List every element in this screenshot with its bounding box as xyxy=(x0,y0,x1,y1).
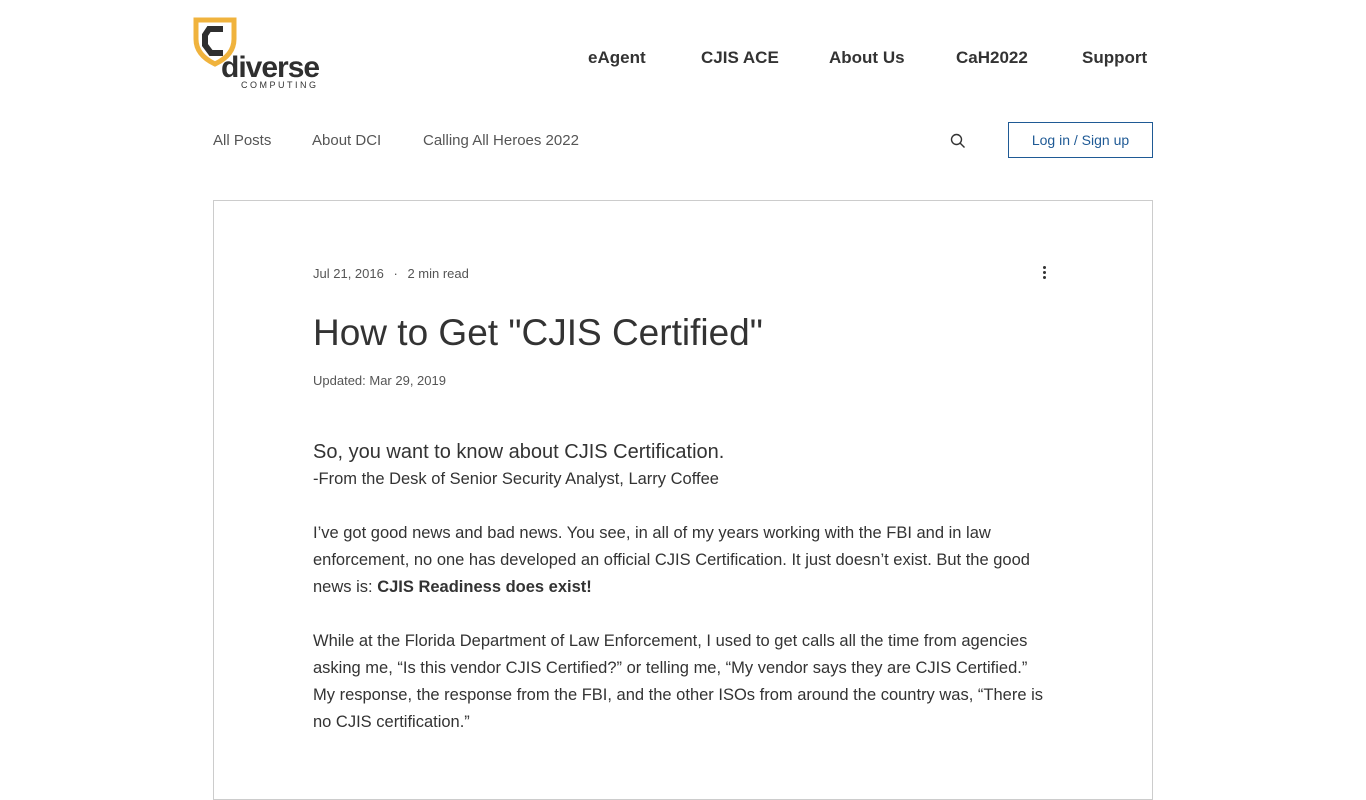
search-icon[interactable] xyxy=(950,133,966,149)
nav-support[interactable]: Support xyxy=(1082,48,1147,68)
logo-subtitle: COMPUTING xyxy=(241,80,319,90)
post-byline: -From the Desk of Senior Security Analys… xyxy=(313,470,719,488)
nav-about-us[interactable]: About Us xyxy=(829,48,905,68)
post-heading: So, you want to know about CJIS Certific… xyxy=(313,441,725,463)
nav-cjis-ace[interactable]: CJIS ACE xyxy=(701,48,779,68)
updated-date: Updated: Mar 29, 2019 xyxy=(313,373,446,388)
paragraph-1-bold: CJIS Readiness does exist! xyxy=(377,578,592,596)
post-meta: Jul 21, 2016 · 2 min read xyxy=(313,266,469,281)
nav-eagent[interactable]: eAgent xyxy=(588,48,646,68)
diverse-computing-logo[interactable]: diverse COMPUTING xyxy=(193,17,328,92)
more-actions-icon[interactable] xyxy=(1036,264,1052,282)
paragraph-2: While at the Florida Department of Law E… xyxy=(313,632,1044,731)
nav-cah2022[interactable]: CaH2022 xyxy=(956,48,1028,68)
post-body: So, you want to know about CJIS Certific… xyxy=(313,438,1053,763)
login-signup-button[interactable]: Log in / Sign up xyxy=(1008,122,1153,158)
post-title: How to Get "CJIS Certified" xyxy=(313,312,763,353)
blog-nav-calling-all-heroes[interactable]: Calling All Heroes 2022 xyxy=(423,132,579,149)
blog-nav-all-posts[interactable]: All Posts xyxy=(213,132,271,149)
blog-nav-about-dci[interactable]: About DCI xyxy=(312,132,381,149)
post-date: Jul 21, 2016 xyxy=(313,266,384,281)
meta-separator: · xyxy=(393,266,398,281)
paragraph-1: I’ve got good news and bad news. You see… xyxy=(313,520,1053,601)
read-time: 2 min read xyxy=(407,266,469,281)
